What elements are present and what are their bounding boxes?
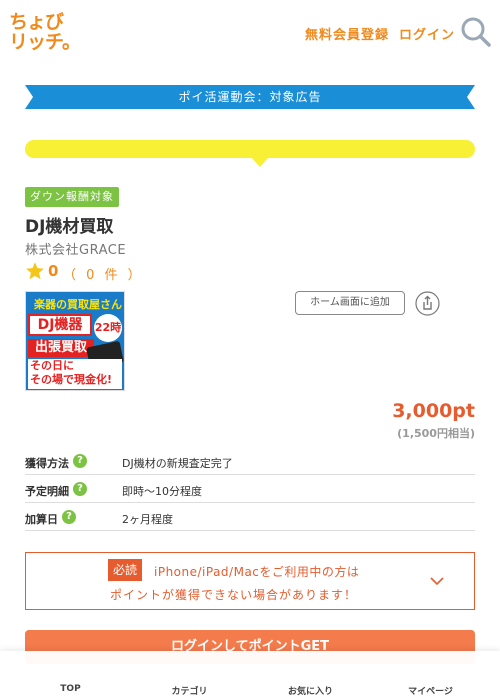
rating-count: （ 0 件 ） — [63, 268, 144, 283]
nav-category[interactable]: カテゴリ — [127, 684, 252, 697]
banner-text-cashnow: その場で現金化! — [30, 373, 113, 386]
campaign-ribbon[interactable]: ポイ活運動会：対象広告 — [25, 85, 475, 109]
logo-line-2: リッチ。 — [9, 31, 81, 53]
register-link[interactable]: 無料会員登録 — [305, 24, 389, 43]
chobirich-logo[interactable]: ちょび リッチ。 — [9, 11, 81, 54]
banner-text-visit: 出張買取 — [28, 339, 94, 357]
banner-text-hours: 22時 — [94, 314, 122, 342]
apple-device-notice[interactable]: 必読 iPhone/iPad/Macをご利用中の方は ポイントが獲得できない場合… — [25, 552, 475, 610]
add-to-home-button[interactable]: ホーム画面に追加 — [295, 291, 405, 315]
nav-mypage[interactable]: マイページ — [368, 684, 493, 697]
help-icon[interactable]: ? — [62, 510, 76, 524]
logo-line-1: ちょび — [9, 11, 64, 33]
details-row-schedule: 予定明細 ? 即時～10分程度 — [25, 475, 475, 503]
help-icon[interactable]: ? — [73, 482, 87, 496]
nav-favorites[interactable]: お気に入り — [248, 684, 373, 697]
details-value: 即時～10分程度 — [122, 485, 202, 498]
banner-text-dj: DJ機器 — [28, 314, 92, 336]
reward-points: 3,000pt — [392, 400, 475, 422]
highlight-bar-pointer — [251, 157, 269, 167]
campaign-ribbon-text: ポイ活運動会：対象広告 — [178, 90, 322, 104]
reward-yen-equivalent: (1,500円相当) — [397, 427, 475, 440]
details-row-method: 獲得方法 ? DJ機材の新規査定完了 — [25, 447, 475, 475]
share-icon[interactable] — [415, 291, 440, 316]
details-value: DJ機材の新規査定完了 — [122, 457, 233, 470]
company-name: 株式会社GRACE — [25, 243, 127, 258]
login-link[interactable]: ログイン — [399, 24, 455, 43]
must-read-badge: 必読 — [108, 559, 143, 581]
details-label: 加算日 — [25, 513, 58, 526]
banner-text-shop: 楽器の買取屋さん — [34, 298, 122, 311]
details-value: 2ヶ月程度 — [122, 513, 173, 526]
nav-top[interactable]: TOP — [8, 684, 133, 694]
help-icon[interactable]: ? — [73, 454, 87, 468]
search-icon[interactable] — [460, 16, 492, 48]
banner-text-cash: その日に その場で現金化! — [28, 359, 122, 389]
star-icon — [26, 262, 44, 280]
details-row-credit-date: 加算日 ? 2ヶ月程度 — [25, 503, 475, 531]
banner-text-sameday: その日に — [30, 359, 74, 372]
details-label: 予定明細 — [25, 485, 69, 498]
rating-score: 0 — [48, 262, 59, 280]
ad-banner-image: 楽器の買取屋さん DJ機器 22時 出張買取 その日に その場で現金化! — [25, 291, 125, 391]
reward-details-table: 獲得方法 ? DJ機材の新規査定完了 予定明細 ? 即時～10分程度 加算日 ?… — [25, 447, 475, 531]
ad-title: DJ機材買取 — [25, 217, 114, 237]
bottom-nav: TOP カテゴリ お気に入り マイページ — [0, 651, 500, 700]
chevron-down-icon — [430, 577, 444, 586]
highlight-bar — [25, 140, 475, 158]
site-header: ちょび リッチ。 無料会員登録 ログイン — [0, 0, 500, 65]
down-reward-badge: ダウン報酬対象 — [25, 187, 119, 207]
notice-line-2: ポイントが獲得できない場合があります！ — [110, 588, 358, 602]
notice-line-1: iPhone/iPad/Macをご利用中の方は — [154, 565, 360, 579]
details-label: 獲得方法 — [25, 457, 69, 470]
